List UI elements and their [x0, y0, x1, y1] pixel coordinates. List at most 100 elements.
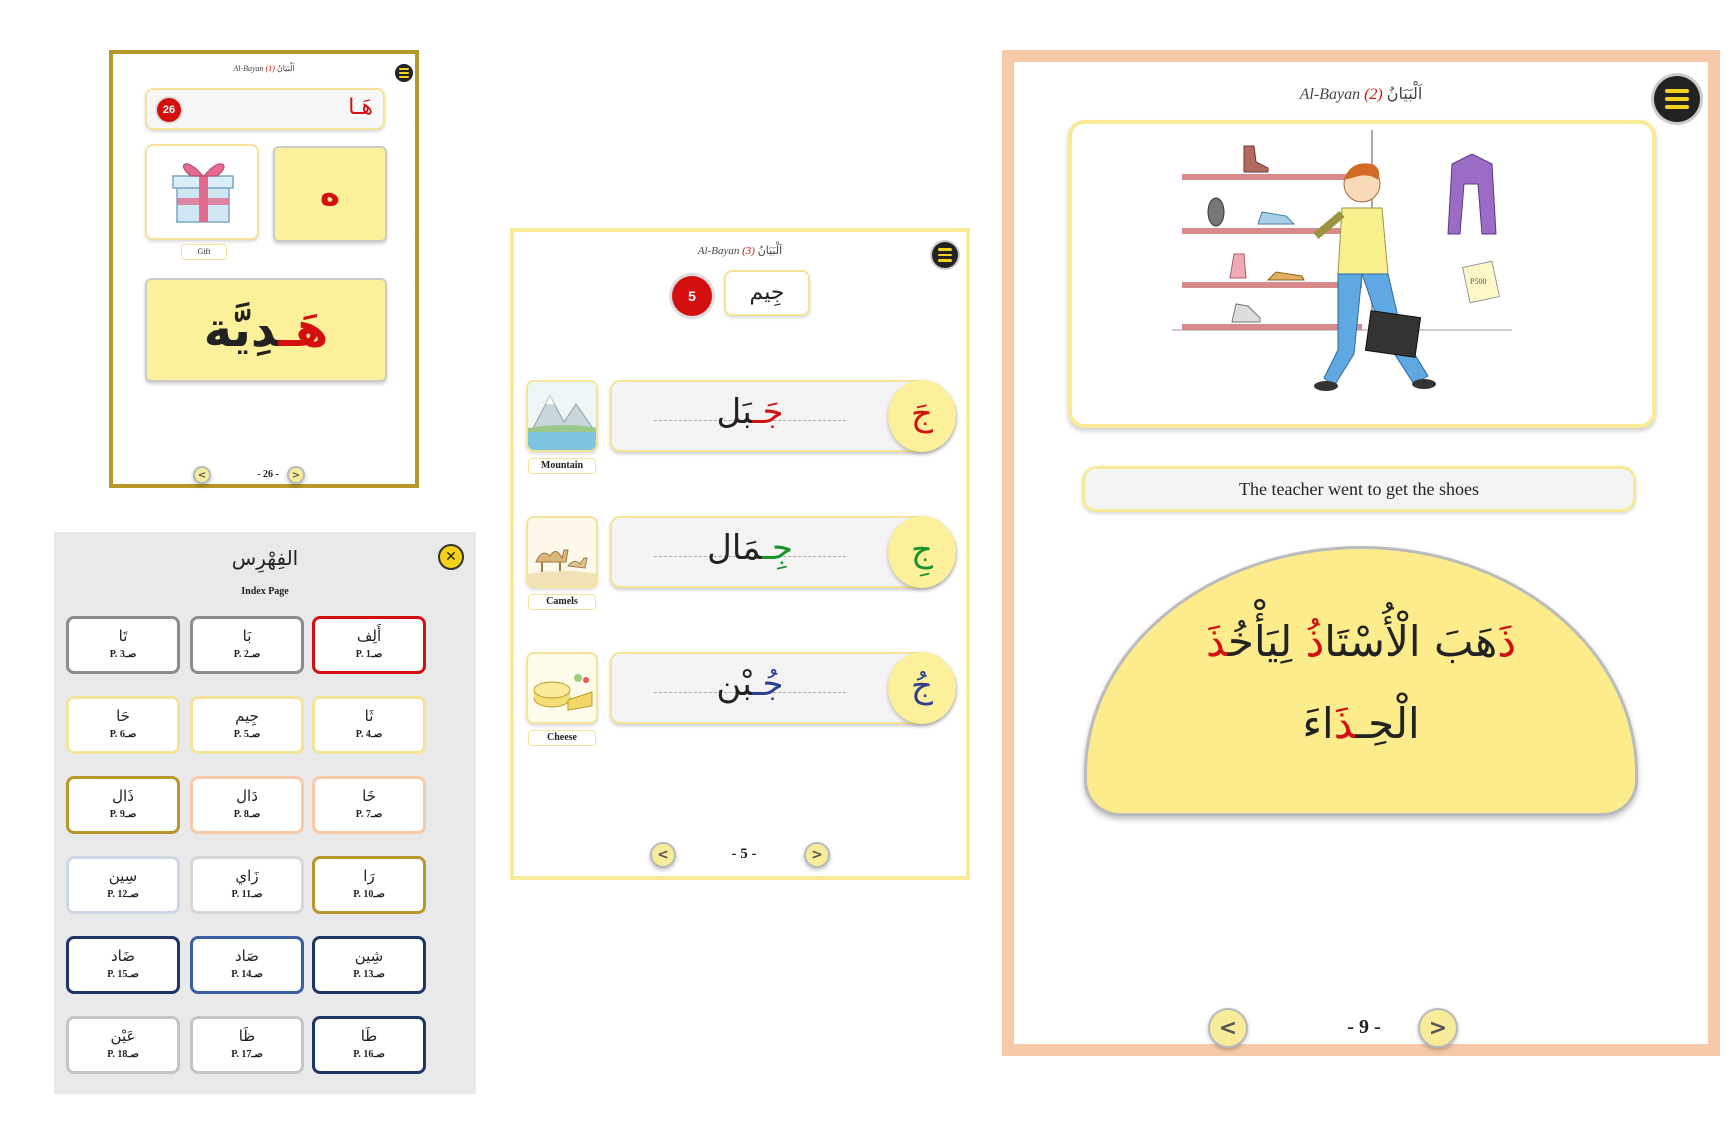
index-card[interactable]: طَا P. 16صـ	[312, 1016, 426, 1074]
index-card[interactable]: سِين P. 12صـ	[66, 856, 180, 914]
index-letter-name: جِيم	[235, 707, 259, 725]
index-card[interactable]: شِين P. 13صـ	[312, 936, 426, 994]
price-tag: P500	[1470, 277, 1486, 286]
index-page-ref: P. 5صـ	[233, 729, 261, 740]
sentence-segment: ذَ	[1333, 699, 1356, 748]
header-title-ar: اَلْبَيَانُ	[1386, 84, 1423, 103]
letter-title-bar: 26 هَـا	[145, 88, 385, 130]
index-page-ref: P. 7صـ	[355, 809, 383, 820]
letter-circle[interactable]: جِ	[888, 516, 956, 588]
gift-image-card[interactable]	[145, 144, 259, 240]
letter-card[interactable]: ه	[273, 146, 387, 242]
index-letter-name: دَال	[236, 787, 258, 805]
word-highlight: هَـ	[278, 302, 329, 358]
page-number: - 26 -	[257, 469, 279, 480]
index-card[interactable]: ثَا P. 4صـ	[312, 696, 426, 754]
prev-page-button[interactable]: <	[650, 842, 676, 868]
index-card[interactable]: بَا P. 2صـ	[190, 616, 304, 674]
page-header: Al-Bayan (1) اَلْبَيَانُ	[113, 64, 415, 73]
index-letter-name: أَلِف	[356, 627, 382, 645]
cheese-image-card[interactable]	[526, 652, 598, 724]
letter-circle[interactable]: جُ	[888, 652, 956, 724]
mountain-image-card[interactable]	[526, 380, 598, 452]
index-card[interactable]: أَلِف P. 1صـ	[312, 616, 426, 674]
index-page-ref: P. 8صـ	[233, 809, 261, 820]
index-letter-name: سِين	[108, 867, 138, 885]
index-card[interactable]: حَا P. 6صـ	[66, 696, 180, 754]
index-letter-name: رَا	[363, 867, 375, 885]
letter-circle[interactable]: جَ	[888, 380, 956, 452]
prev-page-button[interactable]: <	[1208, 1008, 1248, 1048]
index-letter-name: طَا	[360, 1027, 378, 1045]
index-card[interactable]: دَال P. 8صـ	[190, 776, 304, 834]
index-title: الفِهْرِس	[231, 546, 299, 570]
index-page-ref: P. 18صـ	[107, 1049, 139, 1060]
next-page-button[interactable]: >	[287, 466, 305, 484]
page-number: - 9 -	[1347, 1016, 1381, 1038]
word-rest: دِيَّة	[203, 302, 279, 358]
index-card[interactable]: عَيْن P. 18صـ	[66, 1016, 180, 1074]
header-title-ar: اَلْبَيَانُ	[757, 244, 783, 257]
index-page-ref: P. 3صـ	[109, 649, 137, 660]
sentence-segment: لِيَأْخُ	[1228, 617, 1306, 666]
letter-name[interactable]: جِيم	[724, 270, 810, 316]
sentence-segment: ذَ	[1205, 617, 1228, 666]
row-caption: Cheese	[528, 730, 596, 746]
next-page-button[interactable]: >	[1418, 1008, 1458, 1048]
letter-number-badge: 5	[672, 276, 712, 316]
sentence-segment: الْحِـ	[1355, 699, 1420, 748]
word-card[interactable]: هَـدِيَّة	[145, 278, 387, 382]
sentence-segment: ذُ	[1305, 617, 1325, 666]
row-caption: Camels	[528, 594, 596, 610]
shoe-shop-illustration[interactable]: P500	[1068, 120, 1656, 428]
page-header: Al-Bayan (2) اَلْبَيَانُ	[1014, 84, 1708, 104]
page-9-screen: Al-Bayan (2) اَلْبَيَانُ P500 The teache…	[1002, 50, 1720, 1056]
index-card[interactable]: ظَا P. 17صـ	[190, 1016, 304, 1074]
sentence-line-2: الْحِـذَاءَ	[1087, 699, 1635, 748]
sentence-segment: ذَ	[1497, 617, 1517, 666]
index-card[interactable]: صَاد P. 14صـ	[190, 936, 304, 994]
index-card[interactable]: رَا P. 10صـ	[312, 856, 426, 914]
index-card[interactable]: جِيم P. 5صـ	[190, 696, 304, 754]
menu-button[interactable]	[932, 242, 958, 268]
word-highlight: جَـ	[752, 392, 784, 432]
menu-button[interactable]	[395, 64, 413, 82]
letter-name: هَـا	[348, 95, 373, 120]
camels-image-card[interactable]	[526, 516, 598, 588]
word-highlight: جِـ	[761, 528, 793, 568]
gift-illustration	[172, 163, 234, 223]
index-page-ref: P. 11صـ	[231, 889, 263, 900]
index-letter-name: شِين	[354, 947, 384, 965]
word-row[interactable]: جِـمَال جِ	[610, 516, 956, 588]
menu-button[interactable]	[1654, 76, 1700, 122]
index-letter-name: ظَا	[238, 1027, 256, 1045]
index-card[interactable]: زَاي P. 11صـ	[190, 856, 304, 914]
index-subtitle: Index Page	[241, 586, 289, 597]
index-card[interactable]: ضَاد P. 15صـ	[66, 936, 180, 994]
index-letter-name: ذَال	[112, 787, 134, 805]
header-book-number: (3)	[742, 245, 755, 257]
sentence-card[interactable]: ذَهَبَ الْأُسْتَاذُ لِيَأْخُذَ الْحِـذَا…	[1084, 546, 1638, 816]
word-rest: بْن	[716, 664, 753, 704]
header-title-ar: اَلْبَيَانُ	[276, 64, 295, 73]
index-letter-name: ضَاد	[111, 947, 135, 965]
index-page-ref: P. 6صـ	[109, 729, 137, 740]
word-row[interactable]: جَـبَل جَ	[610, 380, 956, 452]
word-row[interactable]: جُـبْن جُ	[610, 652, 956, 724]
index-card[interactable]: تَا P. 3صـ	[66, 616, 180, 674]
header-book-number: (2)	[1364, 86, 1383, 103]
page-number: - 5 -	[731, 846, 757, 862]
index-page-ref: P. 12صـ	[107, 889, 139, 900]
page-header: Al-Bayan (3) اَلْبَيَانُ	[514, 244, 966, 257]
index-card[interactable]: ذَال P. 9صـ	[66, 776, 180, 834]
index-letter-name: عَيْن	[110, 1027, 136, 1045]
next-page-button[interactable]: >	[804, 842, 830, 868]
prev-page-button[interactable]: <	[193, 466, 211, 484]
index-page-ref: P. 14صـ	[231, 969, 263, 980]
index-letter-name: خَا	[362, 787, 376, 805]
sentence-segment: الْأُسْتَا	[1324, 617, 1421, 666]
index-page-ref: P. 16صـ	[353, 1049, 385, 1060]
mountain-illustration	[528, 382, 596, 450]
index-page-ref: P. 13صـ	[353, 969, 385, 980]
index-card[interactable]: خَا P. 7صـ	[312, 776, 426, 834]
